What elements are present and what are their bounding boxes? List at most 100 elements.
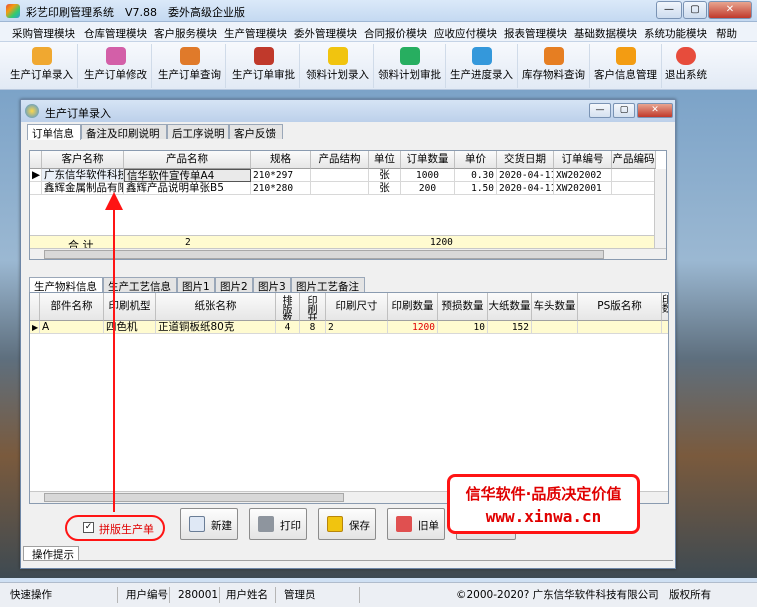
- cell-qty[interactable]: 1000: [401, 169, 455, 182]
- cell-order-no[interactable]: XW202001: [554, 182, 612, 195]
- stock-icon: [543, 47, 564, 65]
- cell-unit[interactable]: 张: [369, 169, 401, 182]
- cell-print-size[interactable]: 2: [326, 321, 388, 334]
- col-paper[interactable]: 纸张名称: [156, 293, 276, 321]
- tab-order-info[interactable]: 订单信息: [27, 124, 81, 140]
- print-button[interactable]: 打印: [249, 508, 307, 540]
- col-big-sheet-qty[interactable]: 大纸数量: [488, 293, 532, 321]
- cell-structure[interactable]: [311, 169, 369, 182]
- tab-post-process[interactable]: 后工序说明: [167, 124, 229, 140]
- checkbox-checkmark-icon[interactable]: ✓: [83, 522, 94, 533]
- col-part[interactable]: 部件名称: [40, 293, 104, 321]
- col-delivery-date[interactable]: 交货日期: [497, 151, 554, 169]
- old-order-button[interactable]: 旧单: [387, 508, 445, 540]
- cell-order-no[interactable]: XW202002: [554, 169, 612, 182]
- search-icon: [179, 47, 200, 65]
- child-minimize-button[interactable]: —: [589, 103, 611, 118]
- save-button[interactable]: 保存: [318, 508, 376, 540]
- tab-image1[interactable]: 图片1: [177, 277, 215, 293]
- cell-delivery-date[interactable]: 2020-04-11: [497, 182, 554, 195]
- menu-customer-service[interactable]: 客户服务模块: [154, 26, 217, 41]
- checkbox-label: 拼版生产单: [99, 523, 154, 536]
- col-order-no[interactable]: 订单编号: [554, 151, 612, 169]
- cell-paper[interactable]: 正道铜板纸80克: [156, 321, 276, 334]
- col-ps-plate[interactable]: PS版名称: [578, 293, 662, 321]
- order-entry-button[interactable]: 生产订单录入: [6, 44, 78, 88]
- maximize-button[interactable]: ▢: [683, 1, 707, 19]
- cell-product-code[interactable]: [612, 169, 656, 182]
- cell-imposition[interactable]: 4: [276, 321, 300, 334]
- cell-product[interactable]: 信华软件宣传单A4: [124, 169, 251, 182]
- cell-product-code[interactable]: [612, 182, 656, 195]
- order-approve-button[interactable]: 生产订单审批: [228, 44, 300, 88]
- col-print-qty[interactable]: 印刷数量: [388, 293, 438, 321]
- tab-materials[interactable]: 生产物料信息: [29, 277, 103, 293]
- cell-qty[interactable]: 200: [401, 182, 455, 195]
- col-product[interactable]: 产品名称: [124, 151, 251, 169]
- tab-operation-hint[interactable]: 操作提示: [23, 546, 79, 561]
- cell-print-qty[interactable]: 1200: [388, 321, 438, 334]
- menu-system[interactable]: 系统功能模块: [644, 26, 707, 41]
- col-print-count[interactable]: 印数: [662, 293, 668, 321]
- col-unit[interactable]: 单位: [369, 151, 401, 169]
- cell-spec[interactable]: 210*297: [251, 169, 311, 182]
- col-price[interactable]: 单价: [455, 151, 497, 169]
- col-product-code[interactable]: 产品编码: [612, 151, 656, 169]
- stock-query-button[interactable]: 库存物料查询: [518, 44, 590, 88]
- col-print-size[interactable]: 印刷尺寸: [326, 293, 388, 321]
- cell-ps-plate[interactable]: [578, 321, 662, 334]
- tab-feedback[interactable]: 客户反馈: [229, 124, 283, 140]
- cell-head-qty[interactable]: [532, 321, 578, 334]
- col-qty[interactable]: 订单数量: [401, 151, 455, 169]
- cell-product[interactable]: 鑫辉产品说明单张B5: [124, 182, 251, 195]
- tab-notes[interactable]: 备注及印刷说明: [81, 124, 167, 140]
- minimize-button[interactable]: —: [656, 1, 682, 19]
- orders-vscroll[interactable]: [654, 169, 666, 249]
- col-loss-qty[interactable]: 预损数量: [438, 293, 488, 321]
- col-spec[interactable]: 规格: [251, 151, 311, 169]
- order-query-button[interactable]: 生产订单查询: [154, 44, 226, 88]
- cell-unit[interactable]: 张: [369, 182, 401, 195]
- cell-print-count[interactable]: [662, 321, 668, 334]
- menu-basic-data[interactable]: 基础数据模块: [574, 26, 637, 41]
- menu-receivable[interactable]: 应收应付模块: [434, 26, 497, 41]
- col-imposition[interactable]: 排版数: [276, 293, 300, 321]
- customer-info-button[interactable]: 客户信息管理: [590, 44, 662, 88]
- material-plan-approve-button[interactable]: 领料计划审批: [374, 44, 446, 88]
- imposition-order-checkbox[interactable]: ✓ 拼版生产单: [83, 521, 163, 536]
- hint-panel: [23, 560, 673, 568]
- child-close-button[interactable]: ✕: [637, 103, 673, 118]
- status-quick-ops[interactable]: 快速操作: [6, 587, 118, 603]
- cell-spec[interactable]: 210*280: [251, 182, 311, 195]
- tab-image2[interactable]: 图片2: [215, 277, 253, 293]
- menu-outsourcing[interactable]: 委外管理模块: [294, 26, 357, 41]
- child-maximize-button[interactable]: ▢: [613, 103, 635, 118]
- col-customer[interactable]: 客户名称: [42, 151, 124, 169]
- new-button[interactable]: 新建: [180, 508, 238, 540]
- cell-price[interactable]: 0.30: [455, 169, 497, 182]
- menu-contract[interactable]: 合同报价模块: [364, 26, 427, 41]
- col-print-format[interactable]: 印刷开数: [300, 293, 326, 321]
- progress-entry-button[interactable]: 生产进度录入: [446, 44, 518, 88]
- exit-button[interactable]: 退出系统: [662, 44, 710, 88]
- menu-purchase[interactable]: 采购管理模块: [12, 26, 75, 41]
- col-structure[interactable]: 产品结构: [311, 151, 369, 169]
- tab-image3[interactable]: 图片3: [253, 277, 291, 293]
- cell-print-format[interactable]: 8: [300, 321, 326, 334]
- menu-production[interactable]: 生产管理模块: [224, 26, 287, 41]
- cell-price[interactable]: 1.50: [455, 182, 497, 195]
- material-plan-entry-button[interactable]: 领料计划录入: [302, 44, 374, 88]
- cell-delivery-date[interactable]: 2020-04-11: [497, 169, 554, 182]
- cell-part[interactable]: A: [40, 321, 104, 334]
- col-head-qty[interactable]: 车头数量: [532, 293, 578, 321]
- cell-customer[interactable]: 广东信华软件科技: [42, 169, 124, 182]
- cell-loss-qty[interactable]: 10: [438, 321, 488, 334]
- cell-structure[interactable]: [311, 182, 369, 195]
- order-modify-button[interactable]: 生产订单修改: [80, 44, 152, 88]
- menu-help[interactable]: 帮助: [716, 26, 737, 41]
- menu-reports[interactable]: 报表管理模块: [504, 26, 567, 41]
- cell-big-sheet-qty[interactable]: 152: [488, 321, 532, 334]
- menu-warehouse[interactable]: 仓库管理模块: [84, 26, 147, 41]
- close-button[interactable]: ✕: [708, 1, 752, 19]
- tab-image-notes[interactable]: 图片工艺备注: [291, 277, 365, 293]
